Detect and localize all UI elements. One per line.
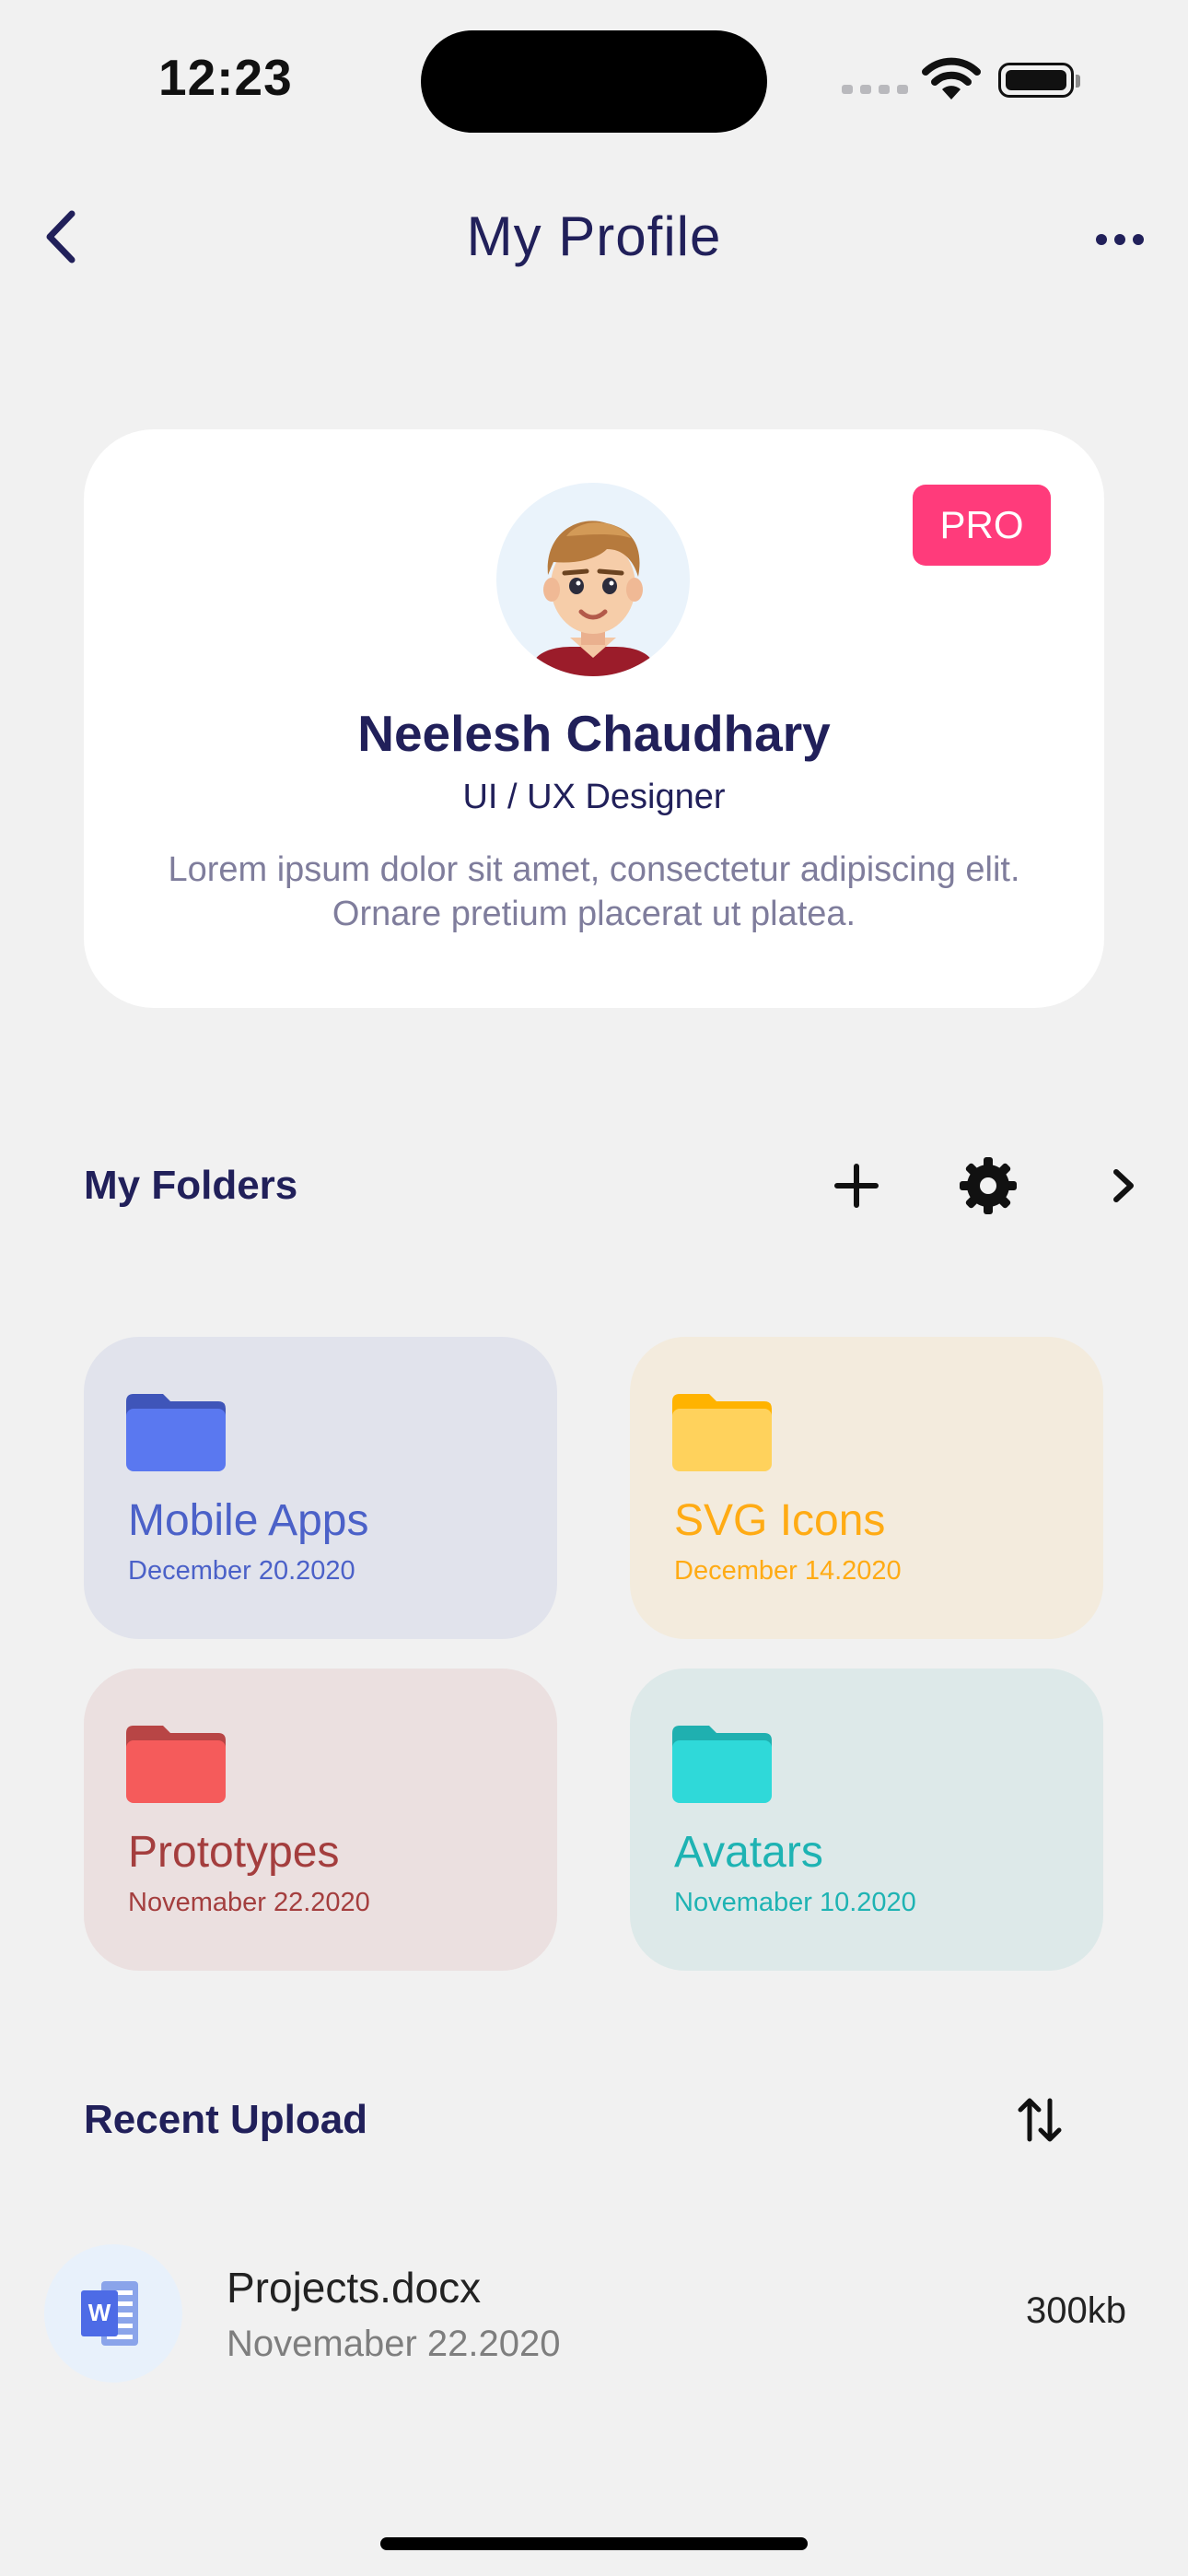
avatar[interactable] bbox=[496, 483, 690, 676]
more-options-icon[interactable] bbox=[1092, 221, 1147, 258]
folder-date: Novemaber 10.2020 bbox=[674, 1888, 916, 1917]
folder-card-svg-icons[interactable]: SVG Icons December 14.2020 bbox=[630, 1337, 1103, 1639]
profile-name: Neelesh Chaudhary bbox=[357, 705, 831, 762]
folder-card-prototypes[interactable]: Prototypes Novemaber 22.2020 bbox=[84, 1669, 557, 1971]
dynamic-island bbox=[421, 30, 767, 133]
folder-icon bbox=[672, 1726, 772, 1803]
word-document-icon: W bbox=[81, 2281, 138, 2346]
folder-icon bbox=[672, 1394, 772, 1471]
folder-name: SVG Icons bbox=[674, 1496, 886, 1545]
file-name: Projects.docx bbox=[227, 2264, 482, 2312]
battery-icon bbox=[998, 63, 1080, 98]
folder-name: Prototypes bbox=[128, 1828, 340, 1877]
avatar-illustration bbox=[533, 521, 653, 676]
pro-badge: PRO bbox=[913, 485, 1051, 566]
folder-icon bbox=[126, 1394, 226, 1471]
folder-name: Avatars bbox=[674, 1828, 823, 1877]
recent-file-row[interactable]: W Projects.docx Novemaber 22.2020 300kb bbox=[0, 2241, 1188, 2388]
folder-date: December 20.2020 bbox=[128, 1556, 355, 1586]
folder-icon bbox=[126, 1726, 226, 1803]
folders-section-title: My Folders bbox=[84, 1163, 298, 1208]
profile-role: UI / UX Designer bbox=[462, 778, 726, 816]
folder-card-mobile-apps[interactable]: Mobile Apps December 20.2020 bbox=[84, 1337, 557, 1639]
folder-card-avatars[interactable]: Avatars Novemaber 10.2020 bbox=[630, 1669, 1103, 1971]
folder-name: Mobile Apps bbox=[128, 1496, 369, 1545]
file-icon-container: W bbox=[44, 2244, 182, 2383]
wifi-icon bbox=[922, 57, 981, 100]
cellular-signal-icon bbox=[842, 85, 908, 94]
recent-section-title: Recent Upload bbox=[84, 2097, 368, 2142]
status-time: 12:23 bbox=[158, 49, 293, 106]
page-title: My Profile bbox=[466, 205, 722, 267]
profile-card: PRO Neelesh Chaudhary UI / UX Designer L… bbox=[84, 429, 1104, 1008]
file-size: 300kb bbox=[1026, 2290, 1126, 2331]
profile-bio: Lorem ipsum dolor sit amet, consectetur … bbox=[168, 850, 1020, 933]
folders-chevron-right-icon[interactable] bbox=[1090, 1153, 1155, 1218]
sort-arrows-icon[interactable] bbox=[1007, 2088, 1072, 2152]
folder-date: Novemaber 22.2020 bbox=[128, 1888, 370, 1917]
svg-text:W: W bbox=[88, 2299, 111, 2326]
file-date: Novemaber 22.2020 bbox=[227, 2324, 561, 2364]
folder-date: December 14.2020 bbox=[674, 1556, 902, 1586]
add-folder-icon[interactable] bbox=[824, 1153, 889, 1218]
home-indicator bbox=[380, 2537, 808, 2550]
gear-icon[interactable] bbox=[956, 1153, 1020, 1218]
